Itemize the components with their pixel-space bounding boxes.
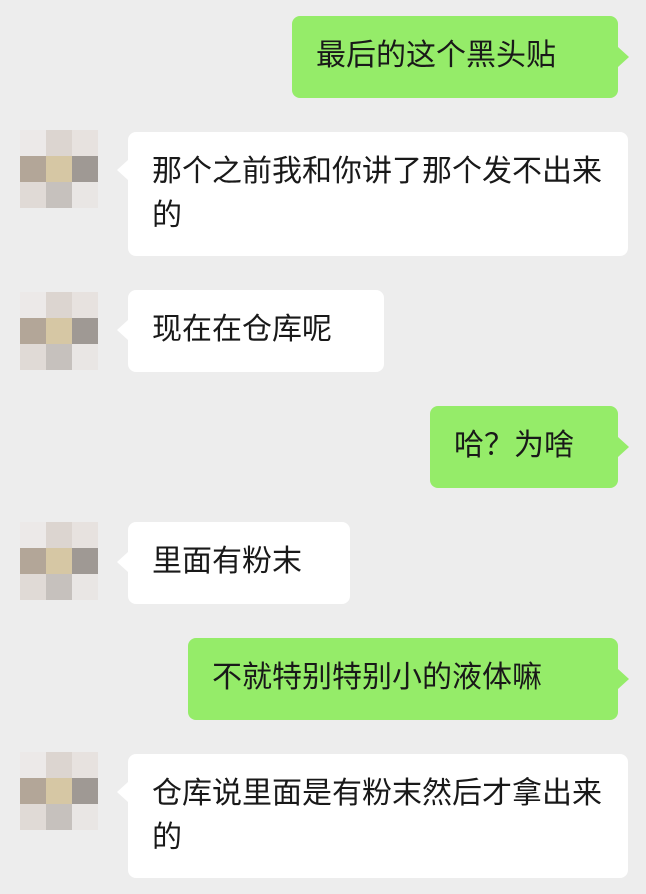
chat-bubble-incoming[interactable]: 里面有粉末 xyxy=(128,522,350,604)
chat-bubble-incoming[interactable]: 现在在仓库呢 xyxy=(128,290,384,372)
contact-avatar[interactable] xyxy=(20,522,98,600)
bubble-tail xyxy=(117,552,128,572)
chat-bubble-outgoing[interactable]: 哈？为啥 xyxy=(430,406,618,488)
bubble-tail xyxy=(117,782,128,802)
message-text: 哈？为啥 xyxy=(454,428,574,463)
contact-avatar[interactable] xyxy=(20,130,98,208)
message-text: 不就特别特别小的液体嘛 xyxy=(212,660,542,695)
contact-avatar[interactable] xyxy=(20,292,98,370)
bubble-tail xyxy=(117,160,128,180)
message-text: 那个之前我和你讲了那个发不出来的 xyxy=(152,154,602,233)
chat-bubble-incoming[interactable]: 仓库说里面是有粉末然后才拿出来的 xyxy=(128,754,628,878)
chat-bubble-outgoing[interactable]: 最后的这个黑头贴 xyxy=(292,16,618,98)
chat-bubble-incoming[interactable]: 那个之前我和你讲了那个发不出来的 xyxy=(128,132,628,256)
bubble-tail xyxy=(618,669,629,689)
chat-conversation: 最后的这个黑头贴 那个之前我和你讲了那个发不出来的 现在在仓库呢 哈？为啥 里面… xyxy=(0,0,646,894)
bubble-tail xyxy=(618,47,629,67)
chat-bubble-outgoing[interactable]: 不就特别特别小的液体嘛 xyxy=(188,638,618,720)
message-text: 最后的这个黑头贴 xyxy=(316,38,556,73)
message-text: 仓库说里面是有粉末然后才拿出来的 xyxy=(152,776,602,855)
message-text: 里面有粉末 xyxy=(152,544,302,579)
message-text: 现在在仓库呢 xyxy=(152,312,332,347)
bubble-tail xyxy=(618,437,629,457)
bubble-tail xyxy=(117,320,128,340)
contact-avatar[interactable] xyxy=(20,752,98,830)
